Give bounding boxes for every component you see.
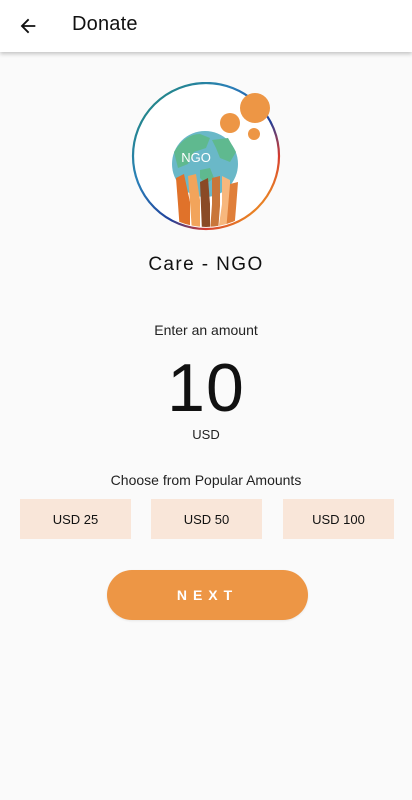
logo-text: NGO — [181, 150, 211, 165]
popular-amounts: USD 25 USD 50 USD 100 — [20, 499, 394, 539]
amount-label: Enter an amount — [154, 322, 258, 338]
popular-amounts-label: Choose from Popular Amounts — [110, 472, 302, 488]
amount-input[interactable]: 10 — [0, 348, 412, 428]
preset-usd-50[interactable]: USD 50 — [151, 499, 262, 539]
next-button[interactable]: NEXT — [107, 570, 308, 620]
page-title: Donate — [72, 13, 138, 35]
organization-logo: NGO — [130, 81, 284, 232]
preset-usd-25[interactable]: USD 25 — [20, 499, 131, 539]
organization-name: Care - NGO — [148, 254, 264, 275]
preset-usd-100[interactable]: USD 100 — [283, 499, 394, 539]
back-arrow-icon[interactable] — [14, 12, 42, 40]
currency-label: USD — [192, 427, 220, 442]
app-bar: Donate — [0, 0, 412, 52]
